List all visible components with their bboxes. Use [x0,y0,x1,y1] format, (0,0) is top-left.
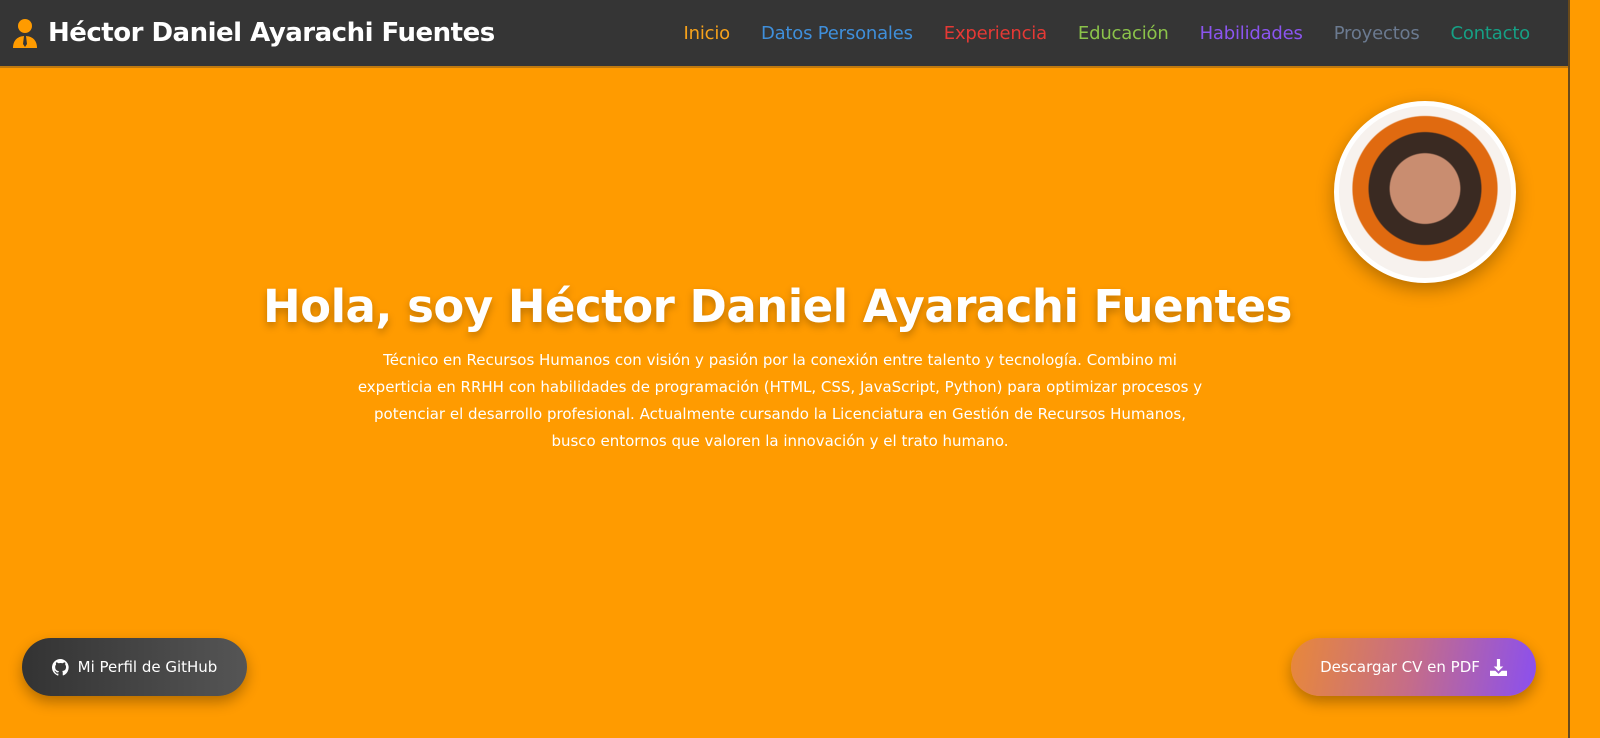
top-navbar: Héctor Daniel Ayarachi Fuentes Inicio Dat… [0,0,1568,68]
profile-photo [1334,101,1516,283]
nav-link-proyectos[interactable]: Proyectos [1334,23,1420,44]
github-button-label: Mi Perfil de GitHub [77,658,218,676]
nav-link-experiencia[interactable]: Experiencia [944,23,1047,44]
hero-description: Técnico en Recursos Humanos con visión y… [357,351,1203,450]
nav-link-inicio[interactable]: Inicio [684,23,731,44]
nav-links: Inicio Datos Personales Experiencia Educaci… [684,23,1531,44]
nav-link-contacto[interactable]: Contacto [1451,23,1531,44]
github-profile-button[interactable]: Mi Perfil de GitHub [22,638,247,696]
brand[interactable]: Héctor Daniel Ayarachi Fuentes [12,18,495,48]
nav-link-habilidades[interactable]: Habilidades [1200,23,1303,44]
github-icon [51,658,69,676]
cv-button-label: Descargar CV en PDF [1320,658,1480,676]
brand-name: Héctor Daniel Ayarachi Fuentes [48,18,495,48]
user-tie-icon [13,19,37,48]
download-icon [1489,658,1507,676]
nav-link-datos-personales[interactable]: Datos Personales [761,23,913,44]
nav-link-educaci-n[interactable]: Educación [1078,23,1169,44]
scrollbar[interactable] [1568,0,1600,738]
hero-title: Hola, soy Héctor Daniel Ayarachi Fuentes [263,280,1292,333]
download-cv-button[interactable]: Descargar CV en PDF [1291,638,1536,696]
